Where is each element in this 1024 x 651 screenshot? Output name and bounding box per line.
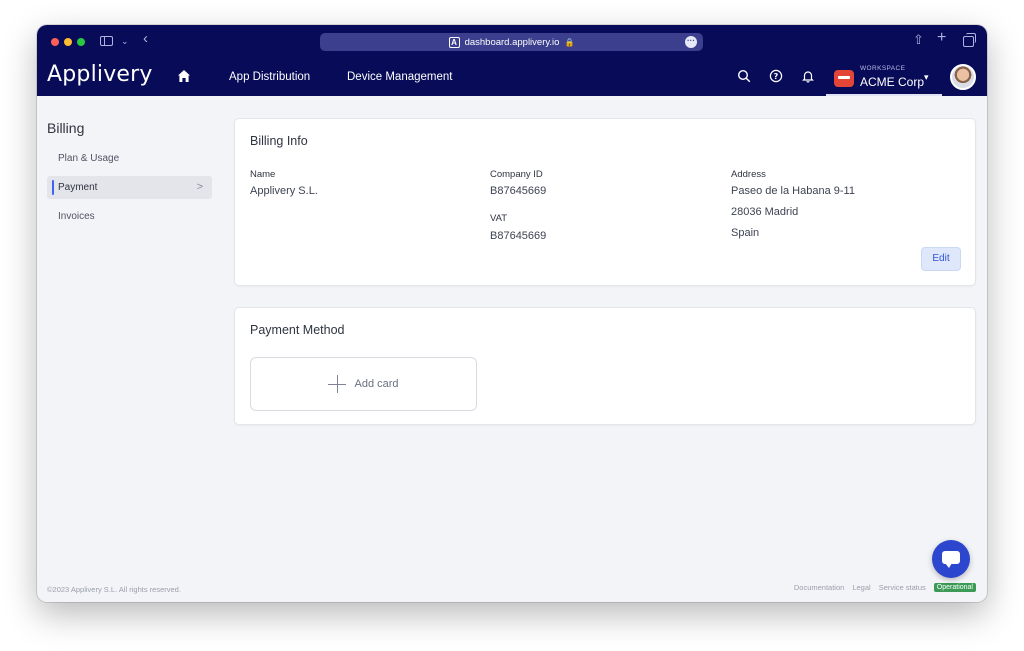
billing-info-title: Billing Info [250,134,308,148]
legal-link[interactable]: Legal [852,583,870,592]
address-label: Address [731,169,766,180]
browser-toolbar: ⌄ ‹ A dashboard.applivery.io 🔒 ··· ⇧ + [37,25,987,58]
sidebar-item-label: Payment [58,182,98,193]
new-tab-icon[interactable]: + [937,30,946,46]
plus-icon [328,375,347,393]
company-id-label: Company ID [490,169,543,180]
vat-value: B87645669 [490,230,547,242]
sidebar: Billing Plan & Usage Payment > Invoices [37,96,222,602]
sidebar-item-invoices[interactable]: Invoices [47,205,212,228]
nav-device-management[interactable]: Device Management [347,71,452,83]
name-value: Applivery S.L. [250,185,318,197]
workspace-logo [834,70,854,87]
site-icon: A [448,36,460,48]
sidebar-item-payment[interactable]: Payment > [47,176,212,199]
footer-copyright: ©2023 Applivery S.L. All rights reserved… [47,585,181,594]
chat-icon [942,551,960,568]
zoom-window-button[interactable] [77,38,85,46]
home-icon[interactable] [177,69,191,83]
address-line-2: 28036 Madrid [731,206,799,218]
app-header: Applivery App Distribution Device Manage… [37,58,987,96]
chevron-down-icon: ▾ [924,72,929,82]
vat-label: VAT [490,213,508,224]
company-id-value: B87645669 [490,185,547,197]
sidebar-title: Billing [47,120,85,136]
chevron-right-icon: > [196,181,203,193]
edit-billing-button[interactable]: Edit [921,247,961,271]
sidebar-item-plan-usage[interactable]: Plan & Usage [47,147,212,170]
footer-links: Documentation Legal Service status Opera… [794,583,976,592]
browser-window: ⌄ ‹ A dashboard.applivery.io 🔒 ··· ⇧ + A… [37,25,987,602]
workspace-name: ACME Corp [860,75,925,89]
address-line-3: Spain [731,227,760,239]
minimize-window-button[interactable] [64,38,72,46]
help-icon[interactable]: ? [769,69,783,83]
tabs-overview-icon[interactable] [963,33,976,47]
sidebar-item-label: Invoices [58,211,95,222]
billing-info-card: Billing Info Name Applivery S.L. Company… [234,118,976,286]
service-status-link[interactable]: Service status [879,583,926,592]
documentation-link[interactable]: Documentation [794,583,844,592]
address-bar[interactable]: A dashboard.applivery.io 🔒 ··· [320,33,703,51]
chat-button[interactable] [932,540,970,578]
back-icon[interactable]: ‹ [143,31,148,46]
bell-icon[interactable] [801,69,815,83]
workspace-selector[interactable]: WORKSPACE ACME Corp ▾ [826,58,942,96]
brand-logo[interactable]: Applivery [47,62,153,87]
sidebar-item-label: Plan & Usage [58,153,120,164]
address-line-1: Paseo de la Habana 9-11 [731,185,855,197]
name-label: Name [250,169,276,180]
payment-method-card: Payment Method Add card [234,307,976,425]
search-icon[interactable] [737,69,751,83]
avatar[interactable] [950,64,976,90]
nav-app-distribution[interactable]: App Distribution [229,71,310,83]
page-menu-icon[interactable]: ··· [685,36,697,48]
lock-icon: 🔒 [564,37,575,47]
url-text: dashboard.applivery.io [464,36,560,48]
workspace-caption: WORKSPACE [860,65,906,72]
share-icon[interactable]: ⇧ [913,33,924,46]
status-badge: Operational [933,583,976,592]
add-card-label: Add card [354,378,399,390]
close-window-button[interactable] [51,38,59,46]
add-card-button[interactable]: Add card [250,357,477,411]
payment-method-title: Payment Method [250,323,345,337]
chevron-down-icon[interactable]: ⌄ [121,35,129,47]
sidebar-toggle-icon[interactable] [100,36,113,46]
svg-text:?: ? [774,72,779,81]
